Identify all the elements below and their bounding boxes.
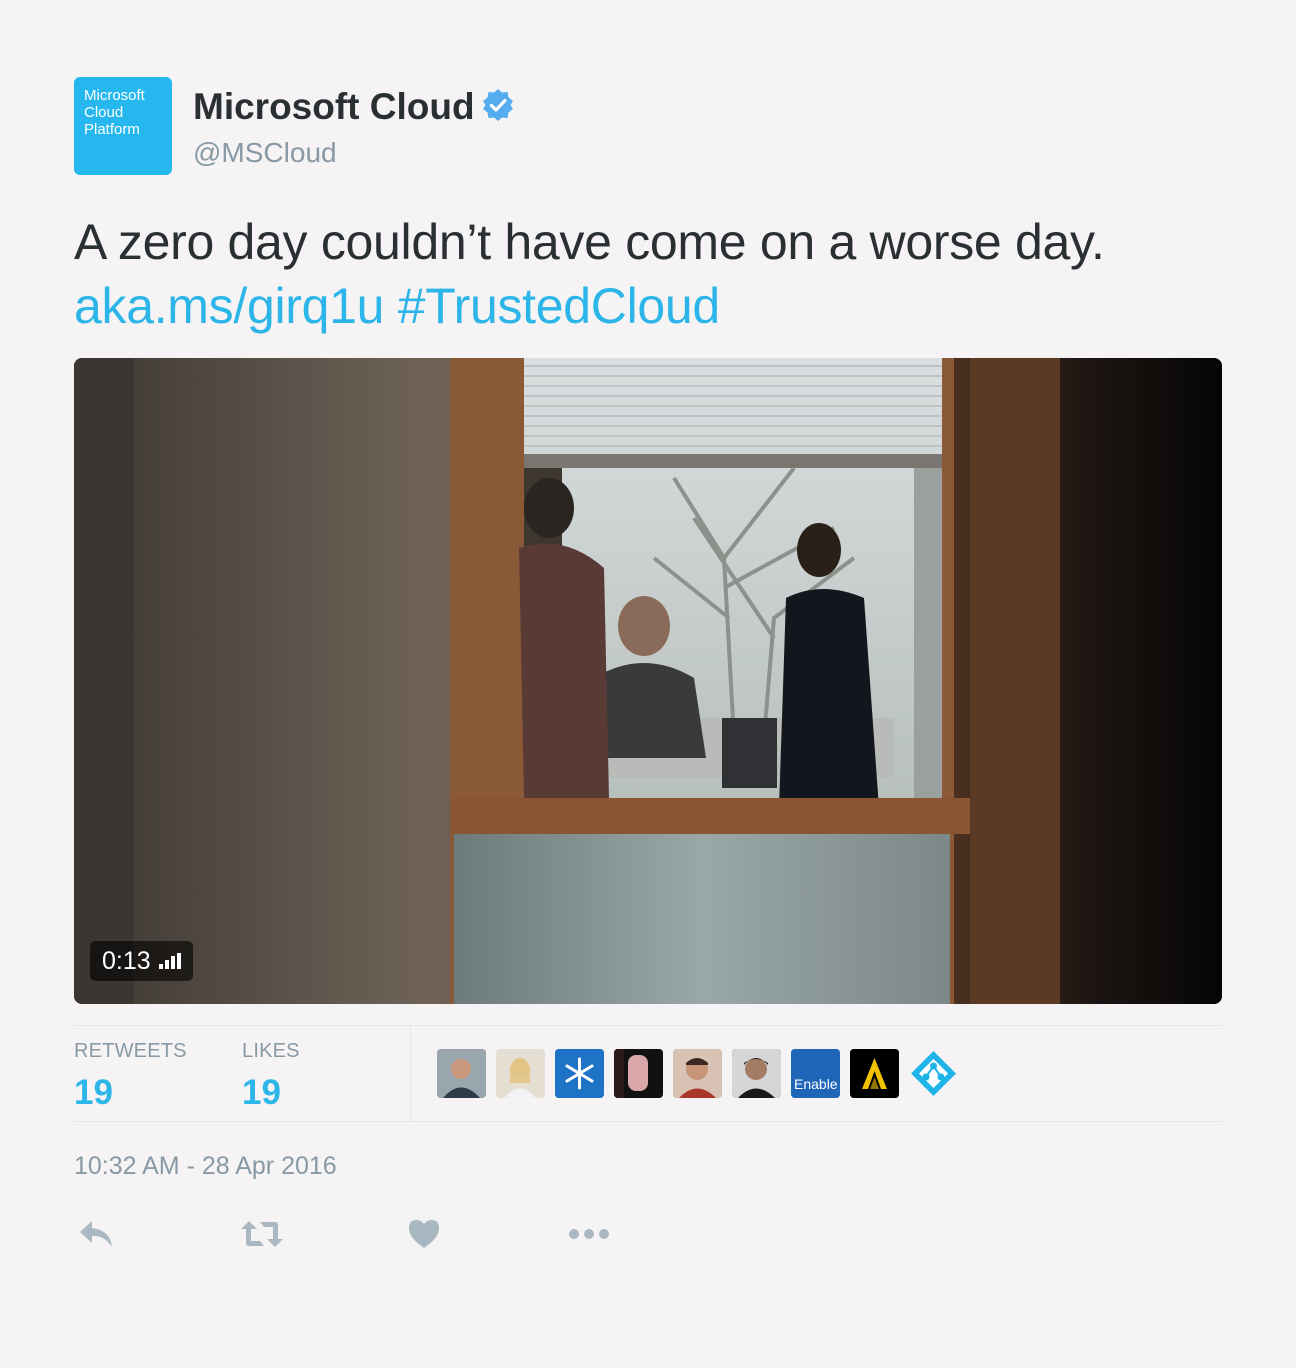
verified-badge-icon <box>483 89 513 121</box>
divider <box>74 1121 1222 1122</box>
liker-avatar[interactable] <box>732 1049 781 1098</box>
tweet-actions <box>0 1214 1296 1254</box>
retweet-button[interactable] <box>240 1214 284 1254</box>
tweet-timestamp[interactable]: 10:32 AM - 28 Apr 2016 <box>74 1152 337 1181</box>
more-dots-icon <box>569 1229 609 1239</box>
likes-count: 19 <box>242 1073 281 1112</box>
user-handle[interactable]: @MSCloud <box>193 137 337 169</box>
avatar-line-1: Microsoft <box>84 87 145 104</box>
liker-avatar[interactable] <box>673 1049 722 1098</box>
avatar-line-2: Cloud <box>84 104 124 121</box>
likers-list: Enable <box>437 1049 958 1098</box>
likes-stat[interactable]: LIKES 19 <box>242 1040 300 1113</box>
tweet-text: A zero day couldn’t have come on a worse… <box>74 210 1224 338</box>
display-name[interactable]: Microsoft Cloud <box>193 86 475 128</box>
azure-ad-icon <box>911 1051 956 1096</box>
tweet-body: A zero day couldn’t have come on a worse… <box>74 214 1105 270</box>
tweet-link[interactable]: aka.ms/girq1u <box>74 278 384 334</box>
snowflake-icon <box>555 1049 604 1098</box>
video-player[interactable] <box>74 358 1222 1004</box>
retweet-icon <box>241 1221 283 1247</box>
liker-avatar[interactable] <box>614 1049 663 1098</box>
liker-avatar[interactable] <box>437 1049 486 1098</box>
liker-avatar[interactable] <box>496 1049 545 1098</box>
video-duration: 0:13 <box>102 947 151 975</box>
tweet-links-line: aka.ms/girq1u #TrustedCloud <box>74 274 1224 338</box>
stats-divider <box>410 1026 411 1122</box>
liker-avatar[interactable] <box>909 1049 958 1098</box>
divider <box>74 1025 1222 1026</box>
chevron-a-icon <box>850 1049 899 1098</box>
reply-button[interactable] <box>74 1214 118 1254</box>
liker-avatar[interactable] <box>850 1049 899 1098</box>
retweets-stat[interactable]: RETWEETS 19 <box>74 1040 187 1113</box>
heart-icon <box>409 1220 439 1248</box>
liker-label: Enable <box>794 1076 838 1092</box>
reply-icon <box>80 1221 112 1247</box>
video-duration-badge: 0:13 <box>90 941 193 981</box>
tweet-hashtag[interactable]: #TrustedCloud <box>398 278 721 334</box>
like-button[interactable] <box>402 1214 446 1254</box>
signal-bars-icon <box>158 953 181 969</box>
retweets-label: RETWEETS <box>74 1040 187 1062</box>
video-thumbnail <box>74 358 1222 1004</box>
likes-label: LIKES <box>242 1040 300 1062</box>
avatar-line-3: Platform <box>84 121 140 138</box>
liker-avatar[interactable]: Enable <box>791 1049 840 1098</box>
more-button[interactable] <box>567 1214 611 1254</box>
profile-avatar[interactable]: Microsoft Cloud Platform <box>74 77 172 175</box>
liker-avatar[interactable] <box>555 1049 604 1098</box>
retweets-count: 19 <box>74 1073 113 1112</box>
